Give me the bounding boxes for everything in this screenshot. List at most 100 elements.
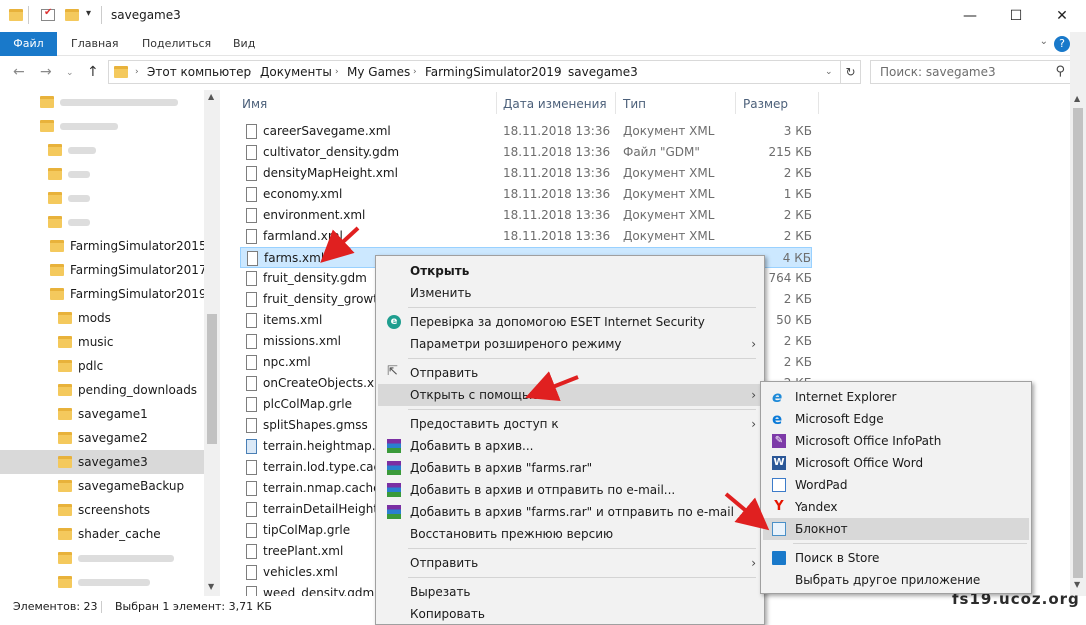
menu-item-add-to-farms-rar[interactable]: Добавить в архив "farms.rar" bbox=[378, 457, 762, 479]
nav-item-blurred[interactable] bbox=[0, 114, 204, 138]
column-divider[interactable] bbox=[735, 92, 736, 114]
menu-item-advanced-mode[interactable]: Параметри розширеного режиму › bbox=[378, 333, 762, 355]
column-divider[interactable] bbox=[818, 92, 819, 114]
open-with-choose-another-app[interactable]: Выбрать другое приложение bbox=[763, 569, 1029, 591]
file-row[interactable]: environment.xml 18.11.2018 13:36 Документ … bbox=[240, 205, 812, 226]
up-icon[interactable]: ↑ bbox=[87, 64, 99, 80]
scroll-down-icon[interactable]: ▼ bbox=[208, 582, 214, 591]
nav-item-farmingsimulator2015[interactable]: FarmingSimulator2015 bbox=[0, 234, 207, 258]
menu-item-give-access[interactable]: Предоставить доступ к › bbox=[378, 413, 762, 435]
menu-item-eset-scan[interactable]: e Перевірка за допомогою ESET Internet S… bbox=[378, 311, 762, 333]
scroll-down-icon[interactable]: ▼ bbox=[1074, 580, 1080, 589]
nav-item-blurred[interactable] bbox=[0, 186, 204, 210]
recent-locations-icon[interactable]: ⌄ bbox=[66, 68, 74, 78]
menu-item-restore-previous[interactable]: Восстановить прежнюю версию bbox=[378, 523, 762, 545]
menu-item-share[interactable]: ⇱ Отправить bbox=[378, 362, 762, 384]
nav-item-farmingsimulator2019[interactable]: FarmingSimulator2019 bbox=[0, 282, 207, 306]
nav-scrollbar[interactable]: ▲ ▼ bbox=[204, 90, 220, 596]
nav-item-music[interactable]: music bbox=[0, 330, 204, 354]
nav-item-pdlc[interactable]: pdlc bbox=[0, 354, 204, 378]
new-folder-icon[interactable] bbox=[65, 9, 79, 21]
scroll-up-icon[interactable]: ▲ bbox=[1074, 94, 1080, 103]
breadcrumb-my-games[interactable]: My Games bbox=[347, 61, 410, 83]
nav-item-blurred[interactable] bbox=[0, 570, 204, 594]
nav-item-blurred[interactable] bbox=[0, 162, 204, 186]
scroll-up-icon[interactable]: ▲ bbox=[208, 92, 214, 101]
breadcrumb-documents[interactable]: Документы bbox=[260, 61, 332, 83]
nav-item-savegame3[interactable]: savegame3 bbox=[0, 450, 204, 474]
tab-share[interactable]: Поделиться bbox=[142, 32, 211, 56]
tab-file[interactable]: Файл bbox=[0, 32, 57, 56]
breadcrumb-savegame3[interactable]: savegame3 bbox=[568, 61, 638, 83]
customize-quick-access-icon[interactable]: ▾ bbox=[86, 8, 91, 19]
menu-item-label: Копировать bbox=[410, 607, 485, 621]
chevron-right-icon[interactable]: › bbox=[413, 61, 417, 83]
search-input[interactable]: Поиск: savegame3 ⚲ bbox=[870, 60, 1072, 84]
menu-item-edit[interactable]: Изменить bbox=[378, 282, 762, 304]
menu-item-add-to-archive[interactable]: Добавить в архив... bbox=[378, 435, 762, 457]
menu-item-farms-rar-and-email[interactable]: Добавить в архив "farms.rar" и отправить… bbox=[378, 501, 762, 523]
nav-item-savegame2[interactable]: savegame2 bbox=[0, 426, 204, 450]
close-button[interactable]: ✕ bbox=[1039, 0, 1085, 32]
open-with-wordpad[interactable]: WordPad bbox=[763, 474, 1029, 496]
file-row[interactable]: farmland.xml 18.11.2018 13:36 Документ XML… bbox=[240, 226, 812, 247]
chevron-right-icon[interactable]: › bbox=[556, 61, 560, 83]
nav-item-savegamebackup[interactable]: savegameBackup bbox=[0, 474, 204, 498]
forward-icon[interactable]: → bbox=[40, 64, 52, 80]
winrar-icon bbox=[387, 483, 401, 497]
nav-item-blurred[interactable] bbox=[0, 90, 204, 114]
nav-item-savegame1[interactable]: savegame1 bbox=[0, 402, 204, 426]
nav-scroll-thumb[interactable] bbox=[207, 314, 217, 444]
dropdown-icon[interactable]: ⌄ bbox=[825, 61, 833, 83]
nav-item-mods[interactable]: mods bbox=[0, 306, 204, 330]
nav-item-blurred[interactable] bbox=[0, 546, 204, 570]
column-header-name[interactable]: Имя bbox=[242, 92, 267, 116]
refresh-icon[interactable]: ↻ bbox=[841, 60, 861, 84]
open-with-internet-explorer[interactable]: e Internet Explorer bbox=[763, 386, 1029, 408]
open-with-microsoft-edge[interactable]: e Microsoft Edge bbox=[763, 408, 1029, 430]
open-with-notepad[interactable]: Блокнот bbox=[763, 518, 1029, 540]
expand-ribbon-icon[interactable]: ⌄ bbox=[1040, 36, 1048, 47]
menu-item-copy[interactable]: Копировать bbox=[378, 603, 762, 625]
file-row[interactable]: economy.xml 18.11.2018 13:36 Документ XML 1… bbox=[240, 184, 812, 205]
nav-item-pending-downloads[interactable]: pending_downloads bbox=[0, 378, 204, 402]
open-with-store-search[interactable]: Поиск в Store bbox=[763, 547, 1029, 569]
menu-item-cut[interactable]: Вырезать bbox=[378, 581, 762, 603]
chevron-right-icon[interactable]: › bbox=[135, 61, 139, 83]
menu-item-open-with[interactable]: Открыть с помощью › bbox=[378, 384, 762, 406]
minimize-button[interactable]: — bbox=[947, 0, 993, 32]
file-row[interactable]: careerSavegame.xml 18.11.2018 13:36 Докуме… bbox=[240, 121, 812, 142]
column-header-size[interactable]: Размер bbox=[743, 92, 788, 116]
file-row[interactable]: densityMapHeight.xml 18.11.2018 13:36 Доку… bbox=[240, 163, 812, 184]
file-row[interactable]: cultivator_density.gdm 18.11.2018 13:36 Фа… bbox=[240, 142, 812, 163]
nav-item-blurred[interactable] bbox=[0, 210, 204, 234]
nav-item-farmingsimulator2017[interactable]: FarmingSimulator2017 bbox=[0, 258, 207, 282]
open-with-word[interactable]: W Microsoft Office Word bbox=[763, 452, 1029, 474]
chevron-right-icon[interactable]: › bbox=[335, 61, 339, 83]
breadcrumb-this-pc[interactable]: Этот компьютер bbox=[147, 61, 251, 83]
chevron-right-icon[interactable]: › bbox=[248, 61, 252, 83]
nav-item-screenshots[interactable]: screenshots bbox=[0, 498, 204, 522]
column-header-date[interactable]: Дата изменения bbox=[503, 92, 607, 116]
properties-icon[interactable]: ✔ bbox=[41, 7, 55, 21]
menu-item-send-to[interactable]: Отправить › bbox=[378, 552, 762, 574]
open-with-yandex[interactable]: Y Yandex bbox=[763, 496, 1029, 518]
nav-item-shader-cache[interactable]: shader_cache bbox=[0, 522, 204, 546]
address-bar[interactable]: › Этот компьютер › Документы › My Games … bbox=[108, 60, 841, 84]
column-header-type[interactable]: Тип bbox=[623, 92, 646, 116]
back-icon[interactable]: ← bbox=[13, 64, 25, 80]
tab-view[interactable]: Вид bbox=[233, 32, 255, 56]
nav-item-blurred[interactable] bbox=[0, 138, 204, 162]
help-button[interactable]: ? bbox=[1054, 36, 1070, 52]
file-list-scroll-thumb[interactable] bbox=[1073, 108, 1083, 578]
menu-item-archive-and-email[interactable]: Добавить в архив и отправить по e-mail..… bbox=[378, 479, 762, 501]
file-list-scrollbar[interactable]: ▲ ▼ bbox=[1070, 32, 1086, 596]
column-divider[interactable] bbox=[496, 92, 497, 114]
maximize-button[interactable]: ☐ bbox=[993, 0, 1039, 32]
nav-item-label: shader_cache bbox=[78, 527, 161, 541]
menu-item-open[interactable]: Открыть bbox=[378, 260, 762, 282]
open-with-infopath[interactable]: ✎ Microsoft Office InfoPath bbox=[763, 430, 1029, 452]
breadcrumb-farmingsimulator2019[interactable]: FarmingSimulator2019 bbox=[425, 61, 562, 83]
column-divider[interactable] bbox=[615, 92, 616, 114]
tab-home[interactable]: Главная bbox=[71, 32, 119, 56]
